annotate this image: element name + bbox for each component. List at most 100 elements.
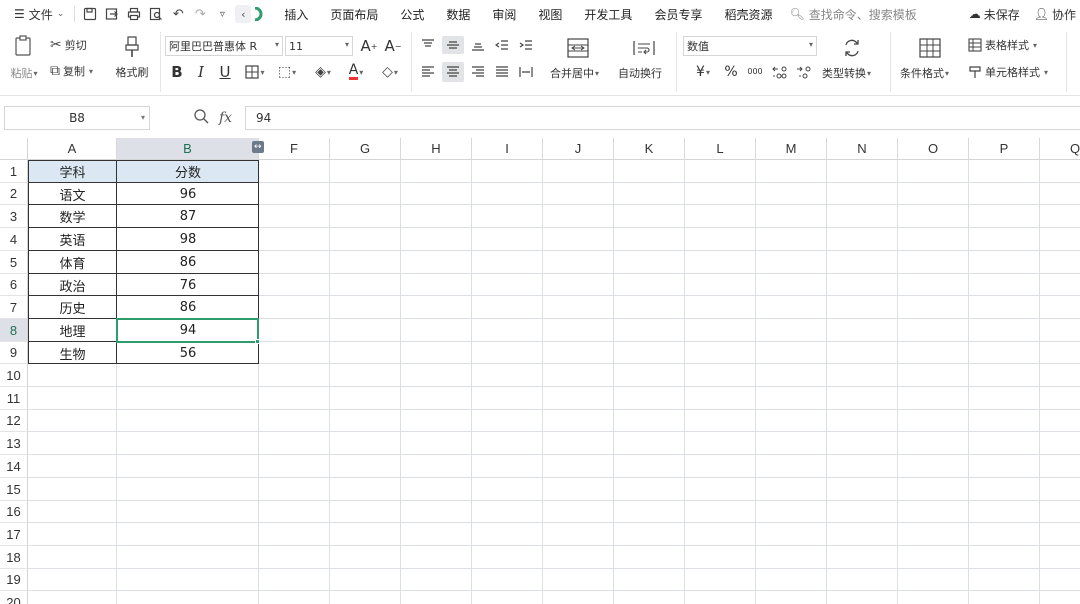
table-cell[interactable]: 98 xyxy=(117,228,259,251)
fill-effects-button[interactable]: ⬚ ▾ xyxy=(274,62,300,82)
row-header-20[interactable]: 20 xyxy=(0,591,28,604)
merge-center-icon-button[interactable] xyxy=(566,36,590,60)
collaborate-button[interactable]: 👤︎ 协作 xyxy=(1034,6,1076,23)
underline-button[interactable]: U xyxy=(216,62,234,82)
print-preview-icon[interactable] xyxy=(145,3,167,25)
tab-review[interactable]: 审阅 xyxy=(481,0,527,28)
unsaved-status[interactable]: ☁ 未保存 xyxy=(969,6,1020,23)
column-header-l[interactable]: L xyxy=(685,138,756,160)
increase-font-button[interactable]: A + xyxy=(360,36,378,56)
table-cell[interactable]: 英语 xyxy=(28,228,117,251)
row-header-4[interactable]: 4 xyxy=(0,228,28,251)
row-header-15[interactable]: 15 xyxy=(0,478,28,501)
tab-data[interactable]: 数据 xyxy=(435,0,481,28)
print-icon[interactable] xyxy=(123,3,145,25)
table-cell[interactable]: 语文 xyxy=(28,183,117,205)
row-header-11[interactable]: 11 xyxy=(0,387,28,410)
format-painter-button[interactable]: 格式刷 xyxy=(110,32,154,84)
wrap-text-button[interactable]: 自动换行 xyxy=(618,64,662,82)
table-cell[interactable]: 96 xyxy=(117,183,259,205)
percent-button[interactable]: % xyxy=(722,62,740,82)
column-header-h[interactable]: H xyxy=(401,138,472,160)
table-cell[interactable]: 94 xyxy=(117,319,259,342)
column-header-i[interactable]: I xyxy=(472,138,543,160)
column-header-m[interactable]: M xyxy=(756,138,827,160)
export-icon[interactable] xyxy=(101,3,123,25)
thousands-separator-button[interactable]: 000 xyxy=(745,62,765,82)
column-header-q[interactable]: Q xyxy=(1040,138,1080,160)
tab-member[interactable]: 会员专享 xyxy=(643,0,713,28)
save-icon[interactable] xyxy=(79,3,101,25)
table-header-cell[interactable]: 分数 xyxy=(117,160,259,183)
column-header-a[interactable]: A xyxy=(28,138,117,160)
name-box[interactable]: B8 ▾ xyxy=(4,106,150,130)
merge-center-dropdown[interactable]: 合并居中 ▾ xyxy=(550,64,599,82)
undo-icon[interactable]: ↶ xyxy=(167,3,189,25)
row-header-1[interactable]: 1 xyxy=(0,160,28,183)
row-header-10[interactable]: 10 xyxy=(0,364,28,387)
table-cell[interactable]: 76 xyxy=(117,274,259,296)
tab-insert[interactable]: 插入 xyxy=(273,0,319,28)
formula-input[interactable]: 94 xyxy=(245,106,1080,130)
hidden-columns-expand-icon[interactable]: ↔ xyxy=(252,141,264,153)
row-header-17[interactable]: 17 xyxy=(0,523,28,546)
table-cell[interactable]: 86 xyxy=(117,296,259,319)
column-header-b[interactable]: B xyxy=(117,138,259,160)
italic-button[interactable]: I xyxy=(192,62,210,82)
row-header-16[interactable]: 16 xyxy=(0,501,28,523)
increase-decimal-button[interactable] xyxy=(770,62,790,82)
column-header-j[interactable]: J xyxy=(543,138,614,160)
font-color-button[interactable]: A ▾ xyxy=(342,62,370,82)
table-cell[interactable]: 历史 xyxy=(28,296,117,319)
column-header-k[interactable]: K xyxy=(614,138,685,160)
table-cell[interactable]: 56 xyxy=(117,342,259,364)
currency-button[interactable]: ¥ ▾ xyxy=(688,62,718,82)
clear-button[interactable]: ◇ ▾ xyxy=(376,62,404,82)
align-right-button[interactable] xyxy=(468,62,488,82)
cell-style-button[interactable]: 单元格样式 ▾ xyxy=(968,62,1048,82)
table-cell[interactable]: 政治 xyxy=(28,274,117,296)
insert-function-icon[interactable]: fx xyxy=(219,110,232,126)
align-middle-button[interactable] xyxy=(442,36,464,54)
row-header-13[interactable]: 13 xyxy=(0,432,28,455)
redo-icon[interactable]: ↷ xyxy=(189,3,211,25)
customize-toolbar-icon[interactable]: ▿ xyxy=(211,3,233,25)
table-cell[interactable]: 数学 xyxy=(28,205,117,228)
font-name-select[interactable]: 阿里巴巴普惠体 R ▾ xyxy=(165,36,283,56)
number-format-select[interactable]: 数值 ▾ xyxy=(683,36,817,56)
cut-button[interactable]: ✂ 剪切 xyxy=(50,36,87,54)
type-convert-icon-button[interactable] xyxy=(840,36,864,60)
row-header-3[interactable]: 3 xyxy=(0,205,28,228)
table-cell[interactable]: 地理 xyxy=(28,319,117,342)
row-header-9[interactable]: 9 xyxy=(0,342,28,364)
bold-button[interactable]: B xyxy=(168,62,186,82)
row-header-6[interactable]: 6 xyxy=(0,274,28,296)
paste-button[interactable] xyxy=(6,32,40,60)
align-left-button[interactable] xyxy=(418,62,438,82)
column-header-g[interactable]: G xyxy=(330,138,401,160)
spreadsheet-grid[interactable]: A B F G H I J K L M N O P Q ↔ 1 2 3 4 5 6 7 8 9 10 11 12 13 14 15 16 17… xyxy=(0,138,1080,604)
row-header-5[interactable]: 5 xyxy=(0,251,28,274)
tab-developer[interactable]: 开发工具 xyxy=(573,0,643,28)
type-convert-dropdown[interactable]: 类型转换 ▾ xyxy=(822,64,871,82)
font-size-select[interactable]: 11 ▾ xyxy=(285,36,353,56)
row-header-8[interactable]: 8 xyxy=(0,319,28,342)
row-header-2[interactable]: 2 xyxy=(0,183,28,205)
tab-view[interactable]: 视图 xyxy=(527,0,573,28)
fill-handle[interactable] xyxy=(255,339,260,344)
collapse-arrow-icon[interactable]: ‹ xyxy=(235,5,252,23)
table-cell[interactable]: 87 xyxy=(117,205,259,228)
column-header-p[interactable]: P xyxy=(969,138,1040,160)
decrease-indent-button[interactable] xyxy=(492,36,512,54)
align-center-button[interactable] xyxy=(442,62,464,82)
tab-page-layout[interactable]: 页面布局 xyxy=(319,0,389,28)
row-header-14[interactable]: 14 xyxy=(0,455,28,478)
decrease-decimal-button[interactable] xyxy=(794,62,814,82)
row-header-19[interactable]: 19 xyxy=(0,569,28,591)
zoom-icon[interactable] xyxy=(193,108,209,128)
cond-format-icon-button[interactable] xyxy=(918,36,942,60)
align-top-button[interactable] xyxy=(418,36,438,54)
column-header-f[interactable]: F xyxy=(259,138,330,160)
row-header-12[interactable]: 12 xyxy=(0,410,28,432)
row-header-7[interactable]: 7 xyxy=(0,296,28,319)
